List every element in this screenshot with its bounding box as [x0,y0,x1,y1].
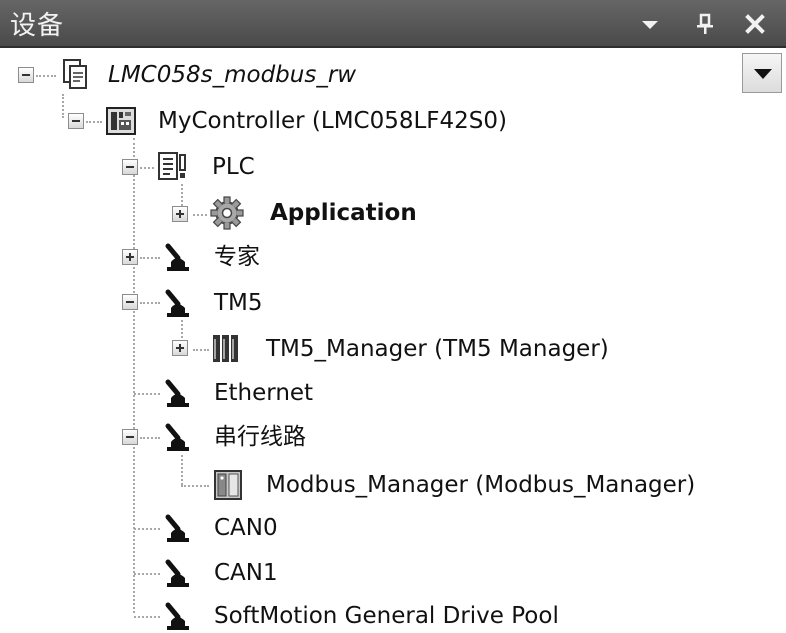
tree-connector [62,94,64,118]
tree-item-tm5[interactable]: TM5 [214,288,263,318]
collapse-toggle[interactable] [122,294,138,310]
connector-plug-icon [165,559,189,587]
close-button[interactable] [735,0,775,48]
connector-plug-icon [165,423,189,451]
expand-toggle[interactable] [122,249,138,265]
tree-connector [133,138,135,613]
tree-connector [140,257,160,259]
tree-connector [181,184,183,206]
tree-connector [193,349,209,351]
chevron-down-icon [642,21,658,29]
pin-button[interactable] [685,0,725,48]
controller-icon [106,107,136,135]
panel-menu-button[interactable] [630,0,670,48]
tree-item-serial-line[interactable]: 串行线路 [214,422,306,452]
expand-toggle[interactable] [172,340,188,356]
tree-connector [140,437,160,439]
tree-item-can1[interactable]: CAN1 [214,558,278,588]
connector-plug-icon [165,514,189,542]
pin-icon [697,13,713,34]
project-file-icon [63,59,87,89]
tree-connector [193,214,207,216]
close-icon [745,14,765,34]
tree-item-softmotion[interactable]: SoftMotion General Drive Pool [214,601,559,631]
tree-connector [36,75,56,77]
plc-logic-icon [158,152,186,180]
tree-item-project[interactable]: LMC058s_modbus_rw [108,60,356,90]
tree-connector [86,121,102,123]
tree-item-controller[interactable]: MyController (LMC058LF42S0) [158,106,507,136]
devices-panel: 设备 LMC058s_modbus_rw MyController (LMC05… [0,0,786,631]
collapse-toggle[interactable] [68,113,84,129]
tree-item-plc[interactable]: PLC [212,152,255,182]
modbus-manager-module-icon [214,470,242,500]
application-gear-icon [210,196,244,230]
tree-connector [134,528,160,530]
tree-item-ethernet[interactable]: Ethernet [214,378,313,408]
tree-connector [140,167,154,169]
collapse-toggle[interactable] [122,429,138,445]
panel-title: 设备 [10,11,65,41]
tree-connector [134,393,160,395]
tree-connector [134,573,160,575]
expand-toggle[interactable] [172,206,188,222]
collapse-toggle[interactable] [122,159,138,175]
tree-item-tm5-manager[interactable]: TM5_Manager (TM5 Manager) [266,334,609,364]
tree-item-expert[interactable]: 专家 [214,242,260,272]
tree-connector [140,302,160,304]
tree-item-can0[interactable]: CAN0 [214,513,278,543]
connector-plug-icon [165,289,189,317]
connector-plug-icon [165,379,189,407]
tree-item-application[interactable]: Application [270,198,417,228]
tree-connector [134,616,160,618]
tree-connector [181,485,209,487]
device-tree: LMC058s_modbus_rw MyController (LMC058LF… [0,48,786,631]
tree-item-modbus-manager[interactable]: Modbus_Manager (Modbus_Manager) [266,470,695,500]
connector-plug-icon [165,243,189,271]
connector-plug-icon [165,602,189,630]
io-module-rack-icon [213,335,238,362]
collapse-toggle[interactable] [18,67,34,83]
panel-titlebar: 设备 [0,0,786,48]
tree-connector [181,455,183,485]
